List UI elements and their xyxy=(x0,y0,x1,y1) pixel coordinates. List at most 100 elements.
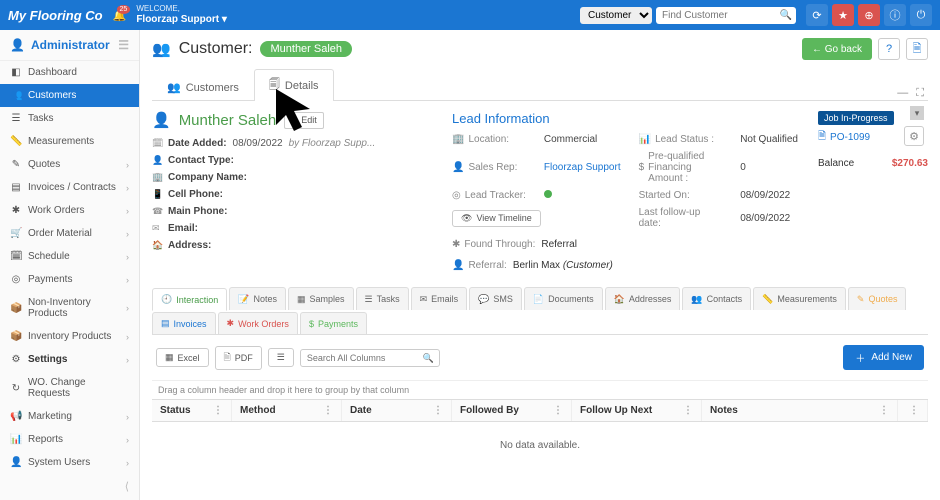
sidebar-icon: ✎ xyxy=(10,159,22,170)
help-button[interactable]: ⊕ xyxy=(858,4,880,26)
field-icon: 📱 xyxy=(152,189,162,200)
sidebar: 👤 Administrator ☰ ◧Dashboard👥Customers☰T… xyxy=(0,30,140,500)
info-button[interactable]: ⓘ xyxy=(884,4,906,26)
column-menu-icon[interactable]: ⋮ xyxy=(433,405,443,416)
help-icon: ⊕ xyxy=(864,9,873,22)
sales-rep-value[interactable]: Floorzap Support xyxy=(544,162,621,173)
export-page-button[interactable]: 🗎 xyxy=(906,38,928,60)
column-header-method[interactable]: Method⋮ xyxy=(232,400,342,421)
subtab-invoices[interactable]: ▤Invoices xyxy=(152,312,216,334)
subtab-contacts[interactable]: 👥Contacts xyxy=(682,287,751,310)
expand-icon[interactable]: ⛶ xyxy=(916,87,924,100)
sidebar-item-reports[interactable]: 📊Reports› xyxy=(0,428,139,451)
lead-status-label: 📊Lead Status : xyxy=(639,134,723,145)
sidebar-item-inventory-products[interactable]: 📦Inventory Products› xyxy=(0,325,139,348)
search-icon[interactable]: 🔍 xyxy=(423,353,434,364)
view-timeline-button[interactable]: 👁View Timeline xyxy=(452,210,541,227)
subtab-addresses[interactable]: 🏠Addresses xyxy=(605,287,681,310)
sidebar-item-marketing[interactable]: 📢Marketing› xyxy=(0,405,139,428)
subtab-emails[interactable]: ✉Emails xyxy=(411,287,468,310)
sidebar-item-label: Payments xyxy=(28,274,72,285)
settings-gear-button[interactable]: ⚙ xyxy=(904,126,924,146)
found-through-value: Referral xyxy=(541,239,577,250)
sidebar-header: 👤 Administrator ☰ xyxy=(0,30,139,61)
column-header-notes[interactable]: Notes⋮ xyxy=(702,400,898,421)
subtab-documents[interactable]: 📄Documents xyxy=(524,287,603,310)
sidebar-icon: 📊 xyxy=(10,434,22,445)
column-menu-icon[interactable]: ⋮ xyxy=(879,405,889,416)
sidebar-item-wo-change-requests[interactable]: ↻WO. Change Requests xyxy=(0,371,139,405)
share-icon: ✱ xyxy=(452,239,460,250)
sidebar-icon: 🗓 xyxy=(10,251,22,262)
collapse-panel-button[interactable]: ▾ xyxy=(910,106,924,120)
subtab-label: Measurements xyxy=(777,294,837,304)
add-new-button[interactable]: ＋Add New xyxy=(843,345,924,370)
question-icon: ? xyxy=(886,43,892,55)
sidebar-item-invoices-contracts[interactable]: ▤Invoices / Contracts› xyxy=(0,176,139,199)
tab-details[interactable]: 🗐 Details xyxy=(254,69,334,101)
sidebar-item-schedule[interactable]: 🗓Schedule› xyxy=(0,245,139,268)
tab-customers[interactable]: 👥 Customers xyxy=(152,74,254,100)
customer-name-heading: 👤 Munther Saleh ✎ Edit xyxy=(152,111,432,129)
search-icon[interactable]: 🔍 xyxy=(780,10,792,21)
balance-label: Balance xyxy=(818,158,854,169)
column-menu-icon[interactable]: ⋮ xyxy=(213,405,223,416)
edit-customer-button[interactable]: ✎ Edit xyxy=(284,112,324,129)
sidebar-item-label: Work Orders xyxy=(28,205,85,216)
notification-bell[interactable]: 🔔 25 xyxy=(113,9,127,22)
sidebar-item-payments[interactable]: ◎Payments› xyxy=(0,268,139,291)
sidebar-collapse[interactable]: ⟨ xyxy=(0,474,139,499)
column-menu-icon[interactable]: ⋮ xyxy=(683,405,693,416)
column-header-followed-by[interactable]: Followed By⋮ xyxy=(452,400,572,421)
sidebar-item-non-inventory-products[interactable]: 📦Non-Inventory Products› xyxy=(0,291,139,325)
subtab-interaction[interactable]: 🕘Interaction xyxy=(152,288,227,311)
customer-name-badge: Munther Saleh xyxy=(260,41,352,57)
column-header-follow-up-next[interactable]: Follow Up Next ⋮ xyxy=(572,400,702,421)
sidebar-item-dashboard[interactable]: ◧Dashboard xyxy=(0,61,139,84)
column-menu-icon[interactable]: ⋮ xyxy=(553,405,563,416)
menu-icon[interactable]: ☰ xyxy=(118,38,129,52)
help-page-button[interactable]: ? xyxy=(878,38,900,60)
sidebar-item-tasks[interactable]: ☰Tasks xyxy=(0,107,139,130)
sidebar-item-quotes[interactable]: ✎Quotes› xyxy=(0,153,139,176)
sidebar-item-settings[interactable]: ⚙Settings› xyxy=(0,348,139,371)
welcome-block[interactable]: WELCOME, Floorzap Support ▾ xyxy=(136,5,227,25)
followup-label: Last follow-up date: xyxy=(639,207,723,229)
sidebar-item-label: Invoices / Contracts xyxy=(28,182,116,193)
column-header-actions[interactable]: ⋮ xyxy=(898,400,928,421)
favorites-button[interactable]: ★ xyxy=(832,4,854,26)
subtab-samples[interactable]: ▦Samples xyxy=(288,287,354,310)
subtab-sms[interactable]: 💬SMS xyxy=(469,287,522,310)
refresh-button[interactable]: ⟳ xyxy=(806,4,828,26)
plus-icon: ＋ xyxy=(855,350,865,365)
sidebar-item-system-users[interactable]: 👤System Users› xyxy=(0,451,139,474)
sidebar-item-order-material[interactable]: 🛒Order Material› xyxy=(0,222,139,245)
grid-search-input[interactable] xyxy=(300,349,440,367)
subtab-quotes[interactable]: ✎Quotes xyxy=(848,287,907,310)
subtab-tasks[interactable]: ☰Tasks xyxy=(356,287,409,310)
column-header-date[interactable]: Date⋮ xyxy=(342,400,452,421)
minimize-icon[interactable]: — xyxy=(897,87,908,100)
column-menu-icon[interactable]: ⋮ xyxy=(323,405,333,416)
export-excel-button[interactable]: ▦Excel xyxy=(156,348,209,367)
column-header-status[interactable]: Status⋮ xyxy=(152,400,232,421)
go-back-button[interactable]: ← Go back xyxy=(802,38,872,60)
subtab-payments[interactable]: $Payments xyxy=(300,312,367,334)
subtab-measurements[interactable]: 📏Measurements xyxy=(753,287,846,310)
financing-value: 0 xyxy=(740,162,798,173)
sidebar-item-customers[interactable]: 👥Customers xyxy=(0,84,139,107)
subtab-work-orders[interactable]: ✱Work Orders xyxy=(218,312,298,334)
columns-button[interactable]: ☰ xyxy=(268,348,294,367)
power-button[interactable]: ⏻ xyxy=(910,4,932,26)
customer-search-input[interactable] xyxy=(656,7,796,24)
column-label: Follow Up Next xyxy=(580,405,652,416)
subtab-notes[interactable]: 📝Notes xyxy=(229,287,286,310)
column-menu-icon[interactable]: ⋮ xyxy=(909,405,919,416)
search-type-select[interactable]: Customer xyxy=(580,7,652,24)
sidebar-item-work-orders[interactable]: ✱Work Orders› xyxy=(0,199,139,222)
customer-field: 🏢Company Name: xyxy=(152,169,432,186)
subtab-icon: 💬 xyxy=(478,294,489,305)
export-pdf-button[interactable]: 🗎PDF xyxy=(215,346,262,370)
sidebar-item-measurements[interactable]: 📏Measurements xyxy=(0,130,139,153)
sidebar-icon: ◎ xyxy=(10,274,22,285)
